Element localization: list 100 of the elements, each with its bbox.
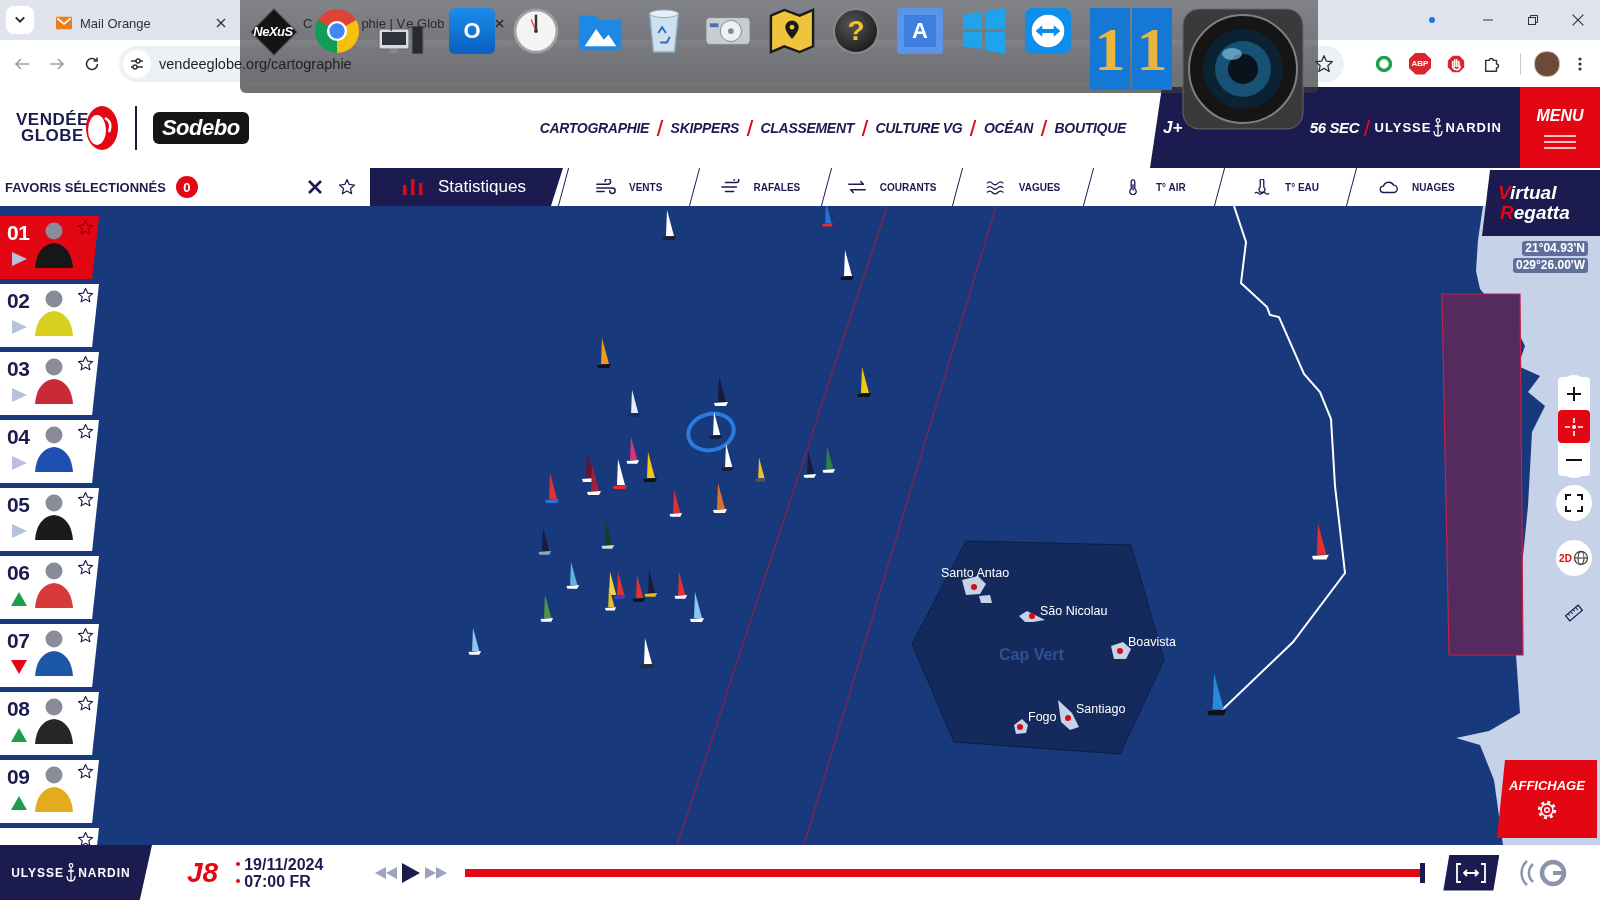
close-icon [494, 18, 504, 28]
sailboat-icon[interactable] [468, 627, 482, 655]
sailboat-icon[interactable] [644, 569, 658, 597]
favorite-star-icon[interactable] [77, 287, 94, 304]
letter-tile-button[interactable]: A [897, 8, 943, 54]
sailboat-icon[interactable] [601, 521, 615, 549]
sailboat-icon[interactable] [540, 594, 554, 622]
timeline-handle[interactable] [1420, 862, 1426, 883]
nav-link[interactable]: OCÉAN [983, 119, 1033, 136]
sailboat-icon[interactable] [613, 571, 627, 599]
rank-number: 04 [7, 426, 30, 448]
sailboat-icon[interactable] [597, 338, 611, 368]
sailboat-icon[interactable] [605, 586, 617, 611]
count-badge: 0 [175, 176, 198, 198]
nav-link[interactable]: BOUTIQUE [1054, 119, 1126, 136]
skipper-card[interactable]: 05 [0, 488, 99, 551]
camera-lens-icon [1182, 8, 1304, 130]
sailboat-icon[interactable] [803, 450, 817, 478]
skipper-card[interactable]: 09 [0, 760, 99, 823]
skipper-card[interactable]: 06 [0, 556, 99, 619]
sponsor-logo[interactable]: Sodebo [152, 111, 249, 144]
skipper-card[interactable]: 03 [0, 352, 99, 415]
skipper-card[interactable]: 04 [0, 420, 99, 483]
play-button[interactable] [402, 862, 421, 883]
sailboat-icon[interactable] [721, 443, 735, 471]
sailboat-icon[interactable] [627, 389, 641, 417]
rank-number: 02 [7, 290, 30, 312]
sailboat-icon[interactable] [566, 561, 580, 589]
anchor-icon [1433, 117, 1444, 138]
tab-title-text[interactable]: e Glob [406, 15, 445, 31]
envelope-icon [56, 15, 72, 31]
favorite-star-icon[interactable] [77, 763, 94, 780]
settings-icon [1536, 798, 1558, 821]
nav-link[interactable]: SKIPPERS [670, 119, 739, 136]
display-settings-button[interactable]: AFFICHAGE [1497, 760, 1597, 838]
nav-link[interactable]: CLASSEMENT [760, 119, 854, 136]
sailboat-icon[interactable] [1312, 523, 1329, 560]
site-info-button[interactable] [123, 49, 151, 78]
hamburger-menu-icon [1544, 134, 1576, 149]
favorite-star-icon[interactable] [77, 831, 94, 845]
skipper-card[interactable]: 07 [0, 624, 99, 687]
tab-title-text[interactable]: C [303, 15, 313, 31]
triangle-right-icon [11, 320, 27, 334]
sailboat-icon[interactable] [713, 483, 727, 513]
waves-icon [984, 179, 1007, 195]
rank-number: 01 [7, 222, 30, 244]
crosshair-icon [1565, 417, 1583, 436]
sailboat-icon[interactable] [640, 638, 654, 668]
forward-arrow-icon [49, 55, 65, 72]
sailboat-icon[interactable] [538, 527, 552, 555]
sailboat-icon[interactable] [587, 465, 601, 495]
window-panes-icon [961, 8, 1007, 54]
favorite-star-icon[interactable] [77, 695, 94, 712]
sailboat-icon[interactable] [755, 457, 767, 482]
browser-tab[interactable]: Mail Orange [46, 6, 236, 40]
tab-search-button[interactable] [6, 6, 34, 34]
skipper-card[interactable]: 08 [0, 692, 99, 755]
game-logo[interactable]: Virtual Regatta [1482, 170, 1600, 236]
coordinate-text: 21°04.93'N [1522, 241, 1588, 256]
sailboat-icon[interactable] [714, 376, 728, 406]
sailboat-icon[interactable] [822, 445, 836, 473]
mail-app-button[interactable]: O [449, 8, 495, 54]
favorite-star-icon[interactable] [77, 423, 94, 440]
favorite-star-icon[interactable] [77, 491, 94, 508]
sailboat-icon[interactable] [626, 436, 640, 464]
sailboat-icon[interactable] [840, 250, 854, 280]
profile-avatar[interactable] [1534, 50, 1560, 77]
nav-link[interactable]: CULTURE VG [875, 119, 963, 136]
sailboat-icon[interactable] [690, 592, 704, 622]
rank-number: 07 [7, 630, 30, 652]
sailboat-icon[interactable] [674, 571, 688, 599]
rank-number: 06 [7, 562, 30, 584]
favorite-star-icon[interactable] [77, 219, 94, 236]
bracket-arrows-icon [1456, 862, 1487, 883]
close-icon [1571, 14, 1584, 26]
favorite-star-icon[interactable] [77, 559, 94, 576]
skipper-card[interactable]: 02 [0, 284, 99, 347]
sailboat-icon[interactable] [857, 367, 871, 397]
highlight-ring [686, 411, 736, 453]
gust-lines-icon [719, 179, 742, 195]
tab-title-text[interactable]: phie | V [361, 15, 406, 31]
nav-link[interactable]: CARTOGRAPHIE [539, 119, 650, 136]
sailboat-icon[interactable] [709, 411, 723, 439]
countdown-text: 56 SEC [1309, 119, 1360, 136]
skipper-card[interactable]: 01 [0, 216, 99, 279]
star-outline-icon [338, 178, 356, 196]
restore-icon [1527, 15, 1538, 25]
island-label: São Nicolau [1040, 604, 1108, 618]
sailboat-icon[interactable] [613, 459, 627, 489]
statistics-tab[interactable]: Statistiques [370, 168, 563, 206]
triangle-right-icon [11, 456, 27, 470]
sailboat-icon[interactable] [643, 452, 657, 482]
sailboat-icon[interactable] [662, 210, 676, 240]
menu-button[interactable]: MENU [1520, 87, 1600, 168]
favorite-star-icon[interactable] [77, 355, 94, 372]
coordinate-text: 029°26.00'W [1512, 258, 1588, 273]
expand-button[interactable] [1443, 854, 1500, 891]
brand-logo[interactable]: VENDÉE GLOBE [16, 111, 89, 144]
favorite-star-icon[interactable] [77, 627, 94, 644]
sailboat-icon[interactable] [669, 489, 683, 517]
